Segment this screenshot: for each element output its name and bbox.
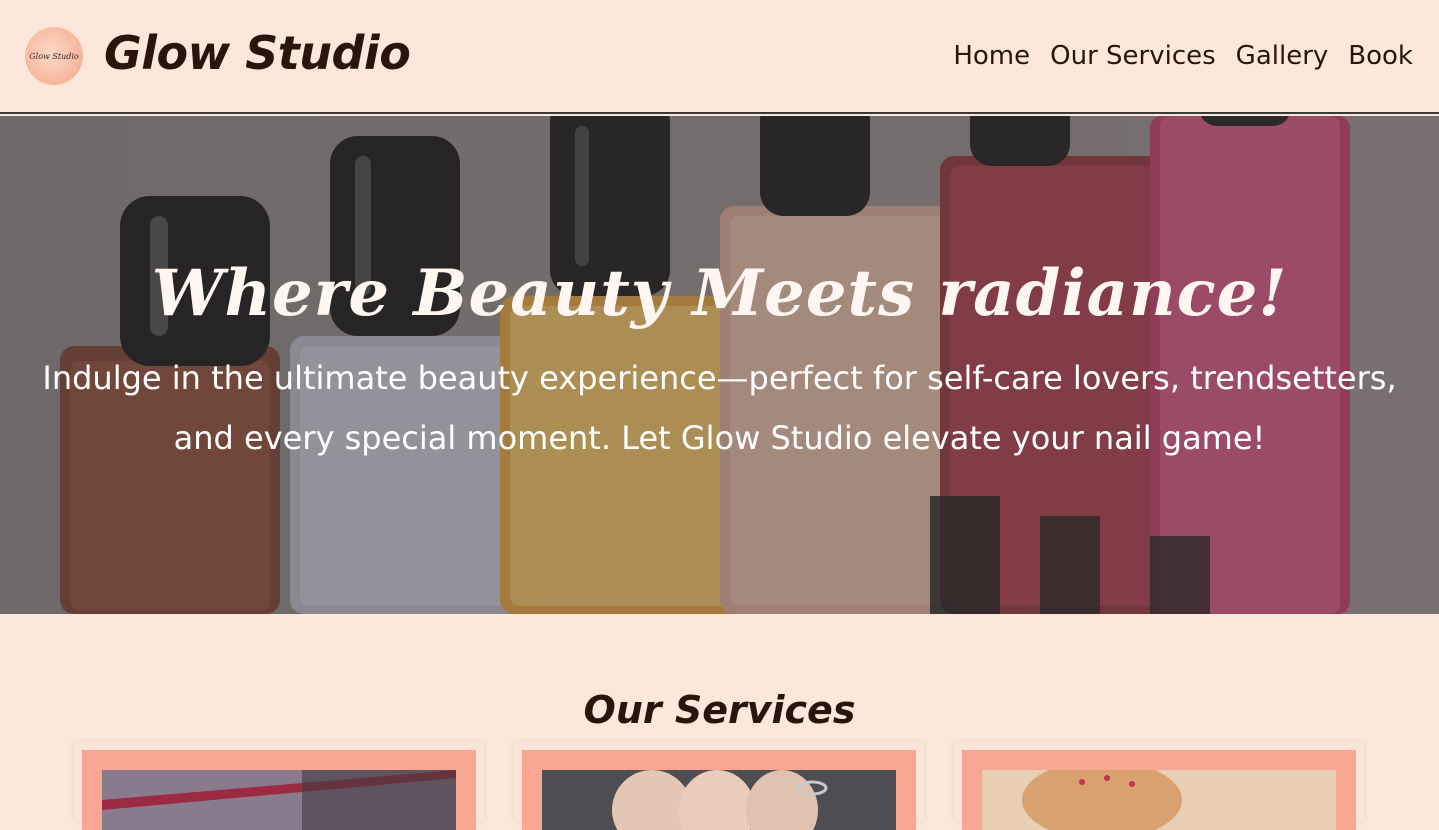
site-header: Glow Studio Glow Studio Home Our Service… <box>0 0 1439 114</box>
service-card-frame <box>82 750 476 830</box>
nav-book[interactable]: Book <box>1348 36 1413 76</box>
services-title: Our Services <box>583 688 856 732</box>
nav-gallery[interactable]: Gallery <box>1236 36 1329 76</box>
service-card-frame <box>962 750 1356 830</box>
service-card-image[interactable] <box>542 770 896 830</box>
hero-subtitle: Indulge in the ultimate beauty experienc… <box>42 359 1397 457</box>
hero-title: Where Beauty Meets radiance! <box>151 256 1288 331</box>
service-card[interactable] <box>514 742 924 830</box>
nav-our-services[interactable]: Our Services <box>1050 36 1216 76</box>
service-card-frame <box>522 750 916 830</box>
hero-banner: Where Beauty Meets radiance! Indulge in … <box>0 116 1439 614</box>
service-card[interactable] <box>954 742 1364 830</box>
service-card[interactable] <box>74 742 484 830</box>
logo-text: Glow Studio <box>29 51 79 61</box>
main-nav: Home Our Services Gallery Book <box>953 36 1413 76</box>
service-card-image[interactable] <box>102 770 456 830</box>
brand-name[interactable]: Glow Studio <box>104 22 411 84</box>
nav-home[interactable]: Home <box>953 36 1030 76</box>
logo[interactable]: Glow Studio <box>25 27 83 85</box>
service-card-image[interactable] <box>982 770 1336 830</box>
